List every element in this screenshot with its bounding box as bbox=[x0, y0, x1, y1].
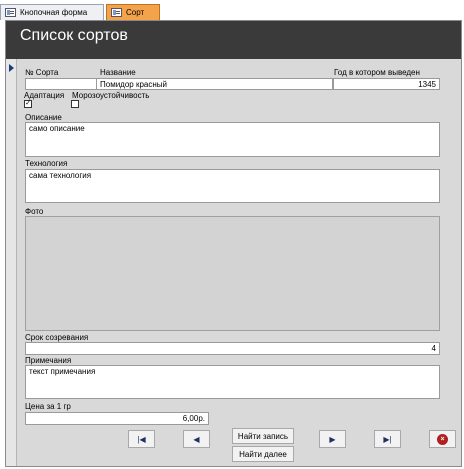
ripening-field[interactable]: 4 bbox=[25, 342, 440, 355]
current-record-arrow-icon bbox=[9, 64, 14, 72]
price-field[interactable]: 6,00р. bbox=[25, 412, 209, 425]
close-form-button[interactable]: × bbox=[429, 430, 456, 448]
first-record-button[interactable]: |◀ bbox=[128, 430, 155, 448]
previous-record-icon: ◀ bbox=[193, 434, 200, 444]
adaptation-label: Адаптация bbox=[24, 91, 65, 100]
description-label: Описание bbox=[25, 113, 62, 122]
document-tab-bar: Кнопочная форма Сорт bbox=[0, 0, 464, 20]
form-title: Список сортов bbox=[20, 27, 128, 44]
frost-label: Морозоустойчивость bbox=[72, 91, 150, 100]
form-header: Список сортов bbox=[6, 21, 461, 59]
year-field[interactable]: 1345 bbox=[333, 78, 440, 90]
technology-field[interactable]: сама технология bbox=[25, 169, 440, 203]
name-field[interactable]: Помидор красный bbox=[96, 78, 333, 90]
last-record-icon: ▶| bbox=[383, 434, 392, 444]
find-record-button[interactable]: Найти запись bbox=[232, 428, 294, 444]
tab-switchboard[interactable]: Кнопочная форма bbox=[0, 4, 104, 20]
sort-number-field[interactable] bbox=[25, 78, 97, 90]
notes-label: Примечания bbox=[25, 356, 72, 365]
previous-record-button[interactable]: ◀ bbox=[183, 430, 210, 448]
sort-form: Список сортов № Сорта Название Год в кот… bbox=[5, 20, 462, 467]
photo-label: Фото bbox=[25, 207, 44, 216]
price-label: Цена за 1 гр bbox=[25, 402, 71, 411]
technology-label: Технология bbox=[25, 159, 68, 168]
record-selector[interactable] bbox=[6, 59, 17, 466]
next-record-button[interactable]: ▶ bbox=[319, 430, 346, 448]
name-label: Название bbox=[100, 68, 136, 77]
form-icon bbox=[111, 8, 122, 17]
sort-number-label: № Сорта bbox=[25, 68, 59, 77]
find-next-button[interactable]: Найти далее bbox=[232, 446, 294, 462]
next-record-icon: ▶ bbox=[329, 434, 336, 444]
adaptation-checkbox[interactable]: ✓ bbox=[24, 100, 32, 108]
close-icon: × bbox=[437, 433, 448, 445]
tab-label: Сорт bbox=[126, 8, 145, 17]
notes-field[interactable]: текст примечания bbox=[25, 365, 440, 399]
form-icon bbox=[5, 8, 16, 17]
tab-sort[interactable]: Сорт bbox=[106, 4, 160, 20]
photo-frame[interactable] bbox=[25, 216, 440, 331]
ripening-label: Срок созревания bbox=[25, 333, 89, 342]
tab-label: Кнопочная форма bbox=[20, 8, 88, 17]
last-record-button[interactable]: ▶| bbox=[374, 430, 401, 448]
year-label: Год в котором выведен bbox=[334, 68, 420, 77]
description-field[interactable]: само описание bbox=[25, 122, 440, 157]
first-record-icon: |◀ bbox=[137, 434, 146, 444]
frost-checkbox[interactable] bbox=[71, 100, 79, 108]
